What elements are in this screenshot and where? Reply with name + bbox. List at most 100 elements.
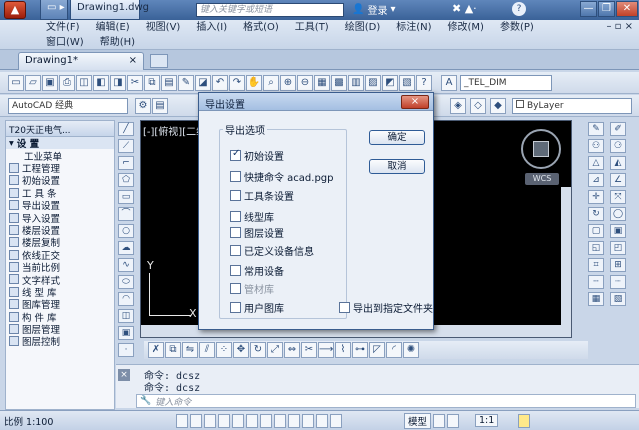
ortho-mode-icon[interactable] [204, 413, 216, 428]
option-layer-settings[interactable]: 图层设置 [230, 225, 284, 240]
option-export-to-folder[interactable]: 导出到指定文件夹 [339, 300, 433, 315]
checkbox[interactable] [230, 148, 241, 161]
menu-parameter[interactable]: 参数(P) [492, 20, 542, 35]
move-icon[interactable]: ✥ [233, 342, 249, 358]
grid-display-icon[interactable] [190, 413, 202, 428]
checkbox[interactable] [230, 245, 241, 256]
menu-dimension[interactable]: 标注(N) [388, 20, 439, 35]
move-cross-icon[interactable]: ✛ [588, 190, 604, 204]
snap-icon[interactable] [176, 413, 188, 428]
checkbox[interactable] [339, 302, 350, 313]
box-icon[interactable]: ▣ [610, 224, 626, 238]
option-linetype-library[interactable]: 线型库 [230, 209, 274, 224]
restore-icon[interactable]: ❐ [598, 1, 615, 17]
match-properties-icon[interactable]: ✎ [178, 74, 194, 91]
circle-tool-icon[interactable]: ◯ [610, 207, 626, 221]
brush-icon[interactable]: ✎ [588, 122, 604, 136]
sidebar-item-component-library[interactable]: 构 件 库 [6, 310, 114, 324]
file-tab[interactable]: Drawing1.dwg [70, 0, 149, 20]
menu-file[interactable]: 文件(F) [38, 20, 88, 35]
sidebar-item-layer-manager[interactable]: 图层管理 [6, 323, 114, 336]
rectangle-icon[interactable]: ▭ [118, 190, 134, 204]
stretch-icon[interactable]: ⇔ [284, 342, 300, 358]
option-toolbar-settings[interactable]: 工具条设置 [230, 188, 294, 203]
corner-icon[interactable]: ◱ [588, 241, 604, 255]
sidebar-item-linetype-library[interactable]: 线 型 库 [6, 286, 114, 299]
sidebar-item-toolbar[interactable]: 工 具 条 [6, 187, 114, 200]
option-shortcut-commands[interactable]: 快捷命令 acad.pgp [230, 169, 334, 184]
selection-cycling-icon[interactable] [330, 413, 342, 428]
copy-node-icon[interactable]: ⚆ [610, 139, 626, 153]
mirror-triangle-icon[interactable]: ◭ [610, 156, 626, 170]
sidebar-item-text-style[interactable]: 文字样式 [6, 273, 114, 287]
layout1-icon[interactable] [433, 413, 446, 428]
pattern-icon[interactable]: ▧ [610, 292, 626, 306]
ducs-icon[interactable] [260, 413, 272, 428]
menu-modify[interactable]: 修改(M) [440, 20, 492, 35]
hatch-icon[interactable]: ▦ [588, 292, 604, 306]
copy-object-icon[interactable]: ⧉ [165, 342, 181, 358]
angle-icon[interactable]: ∠ [610, 173, 626, 187]
menu-window[interactable]: 窗口(W) [38, 35, 92, 50]
palette-header[interactable]: T20天正电气... [6, 121, 114, 137]
vertical-scrollbar[interactable] [561, 187, 571, 337]
node-icon[interactable]: ⚇ [588, 139, 604, 153]
ok-button[interactable]: 确定 [369, 130, 425, 145]
spline-icon[interactable]: ∿ [118, 258, 134, 272]
dialog-close-button[interactable]: × [401, 95, 429, 109]
arrows-icon[interactable]: ⤧ [610, 190, 626, 204]
option-user-library[interactable]: 用户图库 [230, 300, 284, 315]
join-icon[interactable]: ⊶ [352, 342, 368, 358]
design-center-icon[interactable]: ▩ [331, 74, 347, 91]
plot-icon[interactable]: ◨ [110, 74, 126, 91]
menu-draw[interactable]: 绘图(D) [337, 20, 389, 35]
undo-icon[interactable]: ↶ [212, 74, 228, 91]
arc-icon[interactable]: ⌒ [118, 207, 134, 221]
menu-view[interactable]: 视图(V) [138, 20, 189, 35]
viewcube[interactable] [521, 129, 561, 169]
insert-block-icon[interactable]: ◫ [118, 309, 134, 323]
quick-access-toggle[interactable]: ▭ ▸ [40, 0, 68, 20]
zoom-window-icon[interactable]: ⊕ [280, 74, 296, 91]
sidebar-item-current-scale[interactable]: 当前比例 [6, 261, 114, 274]
new-tab-icon[interactable] [150, 54, 168, 68]
extend-icon[interactable]: ⟶ [318, 342, 334, 358]
revcloud-icon[interactable]: ☁ [118, 241, 134, 255]
text-style-icon[interactable]: A [441, 74, 457, 91]
polygon-icon[interactable]: ⬠ [118, 173, 134, 187]
paste-icon[interactable]: ▤ [161, 74, 177, 91]
menu-edit[interactable]: 编辑(E) [88, 20, 138, 35]
scale-object-icon[interactable]: ⤢ [267, 342, 283, 358]
drawing-tab[interactable]: Drawing1* × [18, 52, 144, 70]
dotted-line-icon[interactable]: ┈ [610, 275, 626, 289]
layer-previous-icon[interactable]: ◇ [470, 98, 486, 114]
option-device-info[interactable]: 已定义设备信息 [230, 243, 314, 258]
exchange-icon[interactable]: ✖ ▲· [452, 2, 477, 15]
copy-icon[interactable]: ⧉ [144, 74, 160, 91]
dash-line-icon[interactable]: ┄ [588, 275, 604, 289]
help-icon[interactable]: ? [416, 74, 432, 91]
palette-section[interactable]: ▾ 设 置 [6, 137, 114, 150]
new-file-icon[interactable]: ▭ [8, 74, 24, 91]
layer-state-icon[interactable]: ◈ [450, 98, 466, 114]
redo-icon[interactable]: ↷ [229, 74, 245, 91]
polar-icon[interactable] [218, 413, 230, 428]
dialog-title[interactable]: 导出设置 [199, 93, 433, 111]
mdi-controls[interactable]: – ▫ × [606, 21, 633, 32]
menu-help[interactable]: 帮助(H) [92, 35, 143, 50]
trim-icon[interactable]: ✂ [301, 342, 317, 358]
pan-icon[interactable]: ✋ [246, 74, 262, 91]
sidebar-item-import-settings[interactable]: 导入设置 [6, 211, 114, 225]
block-editor-icon[interactable]: ◪ [195, 74, 211, 91]
markup-icon[interactable]: ◩ [382, 74, 398, 91]
sidebar-item-floor-settings[interactable]: 楼层设置 [6, 224, 114, 237]
annotation-scale[interactable]: 1:1 [475, 414, 499, 427]
array-icon[interactable]: ⁘ [216, 342, 232, 358]
menu-format[interactable]: 格式(O) [235, 20, 287, 35]
frame-icon[interactable]: ◰ [610, 241, 626, 255]
dimension-icon[interactable]: ⊿ [588, 173, 604, 187]
osnap-icon[interactable] [232, 413, 244, 428]
command-input[interactable]: 🔧 键入命令 [136, 394, 636, 408]
checkbox[interactable] [230, 227, 241, 238]
save-icon[interactable]: ▣ [42, 74, 58, 91]
